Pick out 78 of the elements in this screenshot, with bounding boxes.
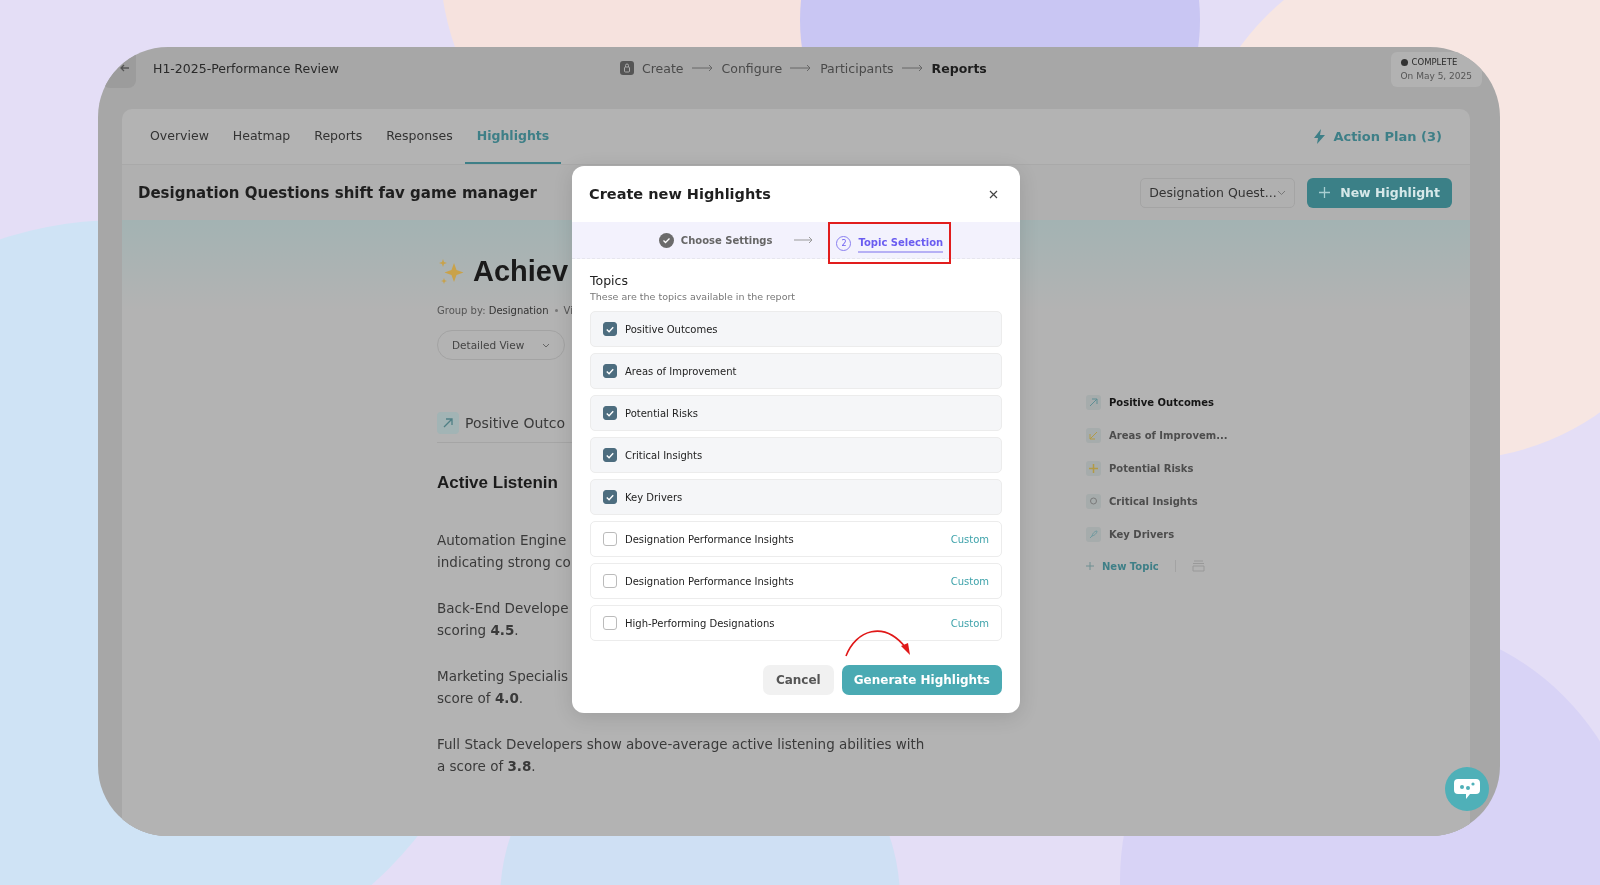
lock-icon xyxy=(620,61,634,75)
back-arrow-icon xyxy=(120,63,130,73)
chevron-down-icon xyxy=(1277,189,1287,196)
step-arrow-icon xyxy=(790,64,813,72)
topic-nav-item[interactable]: Potential Risks xyxy=(1109,463,1194,474)
topic-nav-item[interactable]: Areas of Improvem... xyxy=(1109,430,1228,441)
view-text: Vi xyxy=(563,305,573,316)
checkbox[interactable] xyxy=(603,490,617,504)
custom-tag: Custom xyxy=(950,575,989,587)
topic-row[interactable]: Areas of Improvement xyxy=(590,353,1002,389)
topic-row[interactable]: Key Drivers xyxy=(590,479,1002,515)
paragraph: Full Stack Developers show above-average active listening abilities with a score of 3.8. xyxy=(437,735,925,776)
cancel-button[interactable]: Cancel xyxy=(762,665,834,695)
status-label: COMPLETE xyxy=(1400,57,1472,67)
paragraph: Automation Engine indicating strong co xyxy=(437,531,571,572)
status-date: On May 5, 2025 xyxy=(1400,71,1472,81)
checkbox[interactable] xyxy=(603,406,617,420)
plus-icon xyxy=(1086,562,1094,570)
topic-label: High-Performing Designations xyxy=(625,617,776,629)
topics-hint: These are the topics available in the report xyxy=(590,291,797,302)
topic-row[interactable]: Designation Performance Insights Custom xyxy=(590,521,1002,557)
topic-row[interactable]: High-Performing Designations Custom xyxy=(590,605,1002,641)
section-title: Positive Outco xyxy=(465,415,566,431)
topic-row[interactable]: Positive Outcomes xyxy=(590,311,1002,347)
topic-row[interactable]: Critical Insights xyxy=(590,437,1002,473)
checkbox[interactable] xyxy=(603,532,617,546)
breadcrumb-step[interactable]: Create xyxy=(642,60,684,76)
custom-tag: Custom xyxy=(950,617,989,629)
chat-bubble-icon xyxy=(1454,778,1480,800)
topics-title: Topics xyxy=(590,273,629,288)
topic-label: Potential Risks xyxy=(625,407,699,419)
highlight-title: Designation Questions shift fav game manager xyxy=(138,183,537,202)
close-icon xyxy=(988,189,998,199)
topic-row[interactable]: Potential Risks xyxy=(590,395,1002,431)
wizard-step[interactable]: Choose Settings xyxy=(650,222,781,258)
topic-nav-item[interactable]: Positive Outcomes xyxy=(1109,397,1214,408)
checkbox[interactable] xyxy=(603,616,617,630)
step-arrow-icon xyxy=(691,64,714,72)
step-arrow-icon xyxy=(901,64,924,72)
breadcrumb-step[interactable]: Reports xyxy=(931,60,987,76)
trend-up-icon xyxy=(437,412,459,434)
plus-icon xyxy=(1319,187,1331,198)
breadcrumb-step[interactable]: Configure xyxy=(721,60,783,76)
check-circle-icon xyxy=(658,232,674,248)
topic-label: Areas of Improvement xyxy=(625,365,738,377)
checkbox[interactable] xyxy=(603,364,617,378)
checkbox[interactable] xyxy=(603,448,617,462)
breadcrumb-step[interactable]: Participants xyxy=(820,60,894,76)
down-topic-icon xyxy=(1086,428,1101,443)
up-topic-icon xyxy=(1086,395,1101,410)
topic-label: Critical Insights xyxy=(625,449,704,461)
tab[interactable]: Overview xyxy=(150,109,221,164)
topic-label: Designation Performance Insights xyxy=(625,575,795,587)
review-title: H1-2025-Performance Review xyxy=(153,60,340,76)
tab[interactable]: Responses xyxy=(374,109,465,164)
custom-tag: Custom xyxy=(950,533,989,545)
new-highlight-button[interactable]: New Highlight xyxy=(1307,177,1452,208)
report-heading: Achiev xyxy=(473,255,569,288)
subsection-title: Active Listenin xyxy=(437,473,558,493)
topic-nav-item[interactable]: Critical Insights xyxy=(1109,496,1198,507)
paragraph: Marketing Specialis score of 4.0. xyxy=(437,667,568,708)
group-by-text: Group by: Designation xyxy=(437,305,549,316)
lightning-icon xyxy=(1314,129,1326,144)
step-arrow-icon xyxy=(794,236,815,244)
paragraph: Back-End Develope scoring 4.5. xyxy=(437,599,569,640)
wizard-step[interactable]: 2 Topic Selection xyxy=(828,222,952,264)
checkbox[interactable] xyxy=(603,574,617,588)
designation-dropdown[interactable]: Designation Quest... xyxy=(1140,177,1296,208)
checkbox[interactable] xyxy=(603,322,617,336)
dialog-title: Create new Highlights xyxy=(589,186,771,202)
topic-label: Designation Performance Insights xyxy=(625,533,795,545)
topic-row[interactable]: Designation Performance Insights Custom xyxy=(590,563,1002,599)
tab[interactable]: Reports xyxy=(302,109,375,164)
topic-label: Key Drivers xyxy=(625,491,684,503)
topic-nav-item[interactable]: Key Drivers xyxy=(1109,529,1175,540)
topic-label: Positive Outcomes xyxy=(625,323,719,335)
tab[interactable]: Heatmap xyxy=(220,109,303,164)
chevron-down-icon xyxy=(542,342,551,348)
